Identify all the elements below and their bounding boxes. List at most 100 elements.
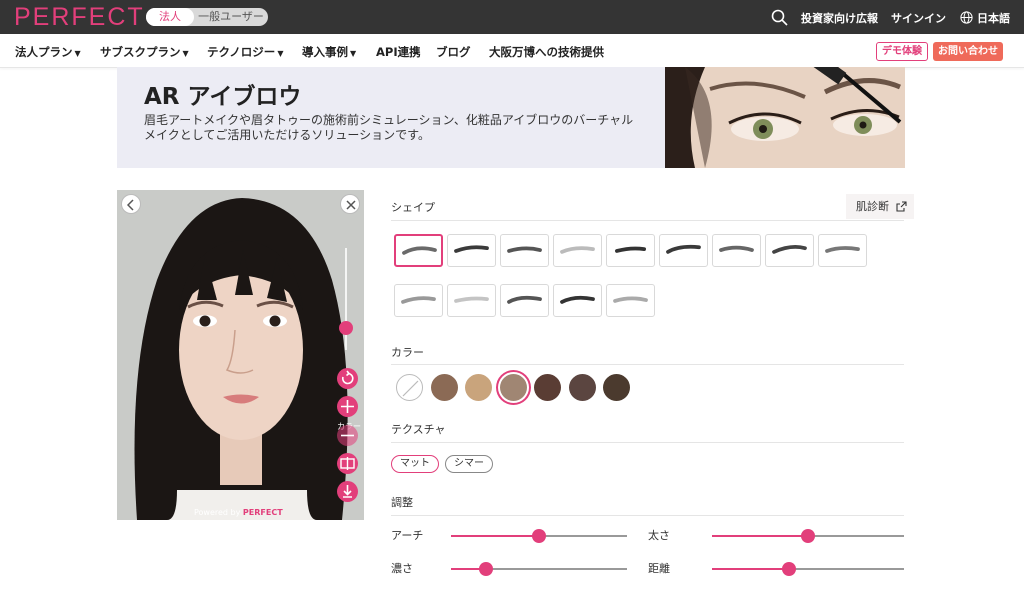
caret-down-icon: ▼ xyxy=(74,49,81,58)
divider xyxy=(391,515,904,516)
eyebrow-shape-option[interactable] xyxy=(447,284,496,317)
eyebrow-shape-option[interactable] xyxy=(818,234,867,267)
nav-expo[interactable]: 大阪万博への技術提供 xyxy=(489,44,604,60)
divider xyxy=(391,442,904,443)
toggle-consumer[interactable]: 一般ユーザー xyxy=(196,8,266,26)
nav-corporate-plans[interactable]: 法人プラン ▼ xyxy=(15,44,81,60)
nav-label: 法人プラン xyxy=(15,45,73,59)
no-color-icon xyxy=(402,380,419,397)
caret-down-icon: ▼ xyxy=(350,49,357,58)
brand-logo[interactable]: PERFECT xyxy=(14,3,145,32)
eyebrow-shape-option[interactable] xyxy=(659,234,708,267)
nav-blog[interactable]: ブログ xyxy=(436,44,471,60)
eyebrow-shape-option[interactable] xyxy=(500,284,549,317)
powered-by: Powered by PERFECT xyxy=(194,508,283,517)
close-icon[interactable] xyxy=(340,194,360,214)
search-icon[interactable] xyxy=(771,9,788,26)
eyebrow-shape-option[interactable] xyxy=(394,234,443,267)
eyebrow-icon xyxy=(401,296,436,304)
sign-in-link[interactable]: サインイン xyxy=(891,10,946,26)
toggle-business[interactable]: 法人 xyxy=(146,8,194,26)
eyebrow-shape-option[interactable] xyxy=(500,234,549,267)
face-photo xyxy=(117,190,364,520)
hero-banner: AR アイブロウ 眉毛アートメイクや眉タトゥーの施術前シミュレーション、化粧品ア… xyxy=(117,67,905,168)
nav-api[interactable]: API連携 xyxy=(376,44,421,60)
page-title: AR アイブロウ xyxy=(144,84,302,110)
color-swatch[interactable] xyxy=(499,374,527,401)
investor-relations-link[interactable]: 投資家向け広報 xyxy=(801,10,878,26)
adjust-slider-fill xyxy=(712,568,789,570)
color-swatch[interactable] xyxy=(465,374,492,401)
powered-prefix: Powered by xyxy=(194,508,241,517)
adjust-slider-knob[interactable] xyxy=(479,562,494,576)
color-swatch[interactable] xyxy=(568,374,596,401)
eyebrow-icon xyxy=(560,295,595,304)
nav-subscription-plans[interactable]: サブスクプラン ▼ xyxy=(100,44,189,60)
eyebrow-shape-option[interactable] xyxy=(553,284,602,317)
skin-analysis-button[interactable]: 肌診断 xyxy=(846,194,914,219)
eyebrow-shape-option[interactable] xyxy=(394,284,443,317)
texture-label: テクスチャ xyxy=(391,423,446,436)
eyebrow-icon xyxy=(615,246,646,253)
zoom-in-icon[interactable] xyxy=(337,396,358,417)
nav-label: テクノロジー xyxy=(207,45,276,59)
user-type-toggle[interactable]: 法人 一般ユーザー xyxy=(146,8,268,26)
download-icon[interactable] xyxy=(337,481,358,502)
adjust-slider-label: 濃さ xyxy=(391,562,413,575)
hero-eye-image xyxy=(665,67,905,168)
nav-label: サブスクプラン xyxy=(100,45,181,59)
compare-icon[interactable] xyxy=(337,453,358,474)
demo-button[interactable]: デモ体験 xyxy=(876,42,928,61)
eyebrow-shape-option[interactable] xyxy=(447,234,496,267)
caret-down-icon: ▼ xyxy=(182,49,189,58)
divider xyxy=(391,364,904,365)
back-icon[interactable] xyxy=(121,194,141,214)
adjust-slider-fill xyxy=(712,535,808,537)
eyebrow-shape-option[interactable] xyxy=(553,234,602,267)
rotate-icon[interactable] xyxy=(337,368,358,389)
adjust-slider-knob[interactable] xyxy=(532,529,546,543)
language-selector[interactable]: 日本語 xyxy=(977,10,1010,26)
external-link-icon xyxy=(896,201,907,212)
divider xyxy=(391,220,904,221)
nav-technology[interactable]: テクノロジー ▼ xyxy=(207,44,283,60)
contact-button[interactable]: お問い合わせ xyxy=(933,42,1003,61)
shape-label: シェイプ xyxy=(391,201,435,214)
color-swatch[interactable] xyxy=(603,374,630,401)
caret-down-icon: ▼ xyxy=(277,49,284,58)
eyebrow-icon xyxy=(772,245,807,254)
zoom-out-icon[interactable] xyxy=(337,425,358,446)
eyebrow-shape-option[interactable] xyxy=(765,234,814,267)
nav-label: 導入事例 xyxy=(302,45,348,59)
adjust-label: 調整 xyxy=(391,496,413,509)
eyebrow-icon xyxy=(560,246,595,254)
hero-description: 眉毛アートメイクや眉タトゥーの施術前シミュレーション、化粧品アイブロウのバーチャ… xyxy=(144,113,664,143)
top-bar: PERFECT 法人 一般ユーザー 投資家向け広報 サインイン 日本語 xyxy=(0,0,1024,34)
try-on-photo[interactable]: カラー Powered by PERFECT xyxy=(117,190,364,520)
eyebrow-icon xyxy=(402,246,437,255)
intensity-slider-knob[interactable] xyxy=(339,321,353,335)
hero-desc-line: 眉毛アートメイクや眉タトゥーの施術前シミュレーション、化粧品アイブロウのバーチャ… xyxy=(144,113,634,127)
eyebrow-icon xyxy=(613,296,648,303)
eyebrow-shape-option[interactable] xyxy=(712,234,761,267)
texture-matte[interactable]: マット xyxy=(391,455,439,473)
eyebrow-icon xyxy=(507,295,542,304)
adjust-slider-label: 太さ xyxy=(648,529,670,542)
adjust-slider-knob[interactable] xyxy=(781,562,796,576)
nav-case-studies[interactable]: 導入事例 ▼ xyxy=(302,44,356,60)
color-swatch[interactable] xyxy=(430,374,458,401)
color-swatch[interactable] xyxy=(534,374,561,401)
adjust-slider-fill xyxy=(451,535,539,537)
color-label: カラー xyxy=(391,346,424,359)
eyebrow-shape-option[interactable] xyxy=(606,284,655,317)
globe-icon[interactable] xyxy=(960,11,973,24)
eyebrow-icon xyxy=(454,245,489,253)
adjust-slider-knob[interactable] xyxy=(801,529,815,543)
no-color-swatch[interactable] xyxy=(396,374,423,401)
adjust-slider-label: 距離 xyxy=(648,562,670,575)
eyebrow-shape-option[interactable] xyxy=(606,234,655,267)
texture-shimmer[interactable]: シマー xyxy=(445,455,493,473)
hero-desc-line: メイクとしてご活用いただけるソリューションです。 xyxy=(144,128,430,142)
eyebrow-icon xyxy=(507,246,542,253)
eyebrow-icon xyxy=(719,245,754,252)
